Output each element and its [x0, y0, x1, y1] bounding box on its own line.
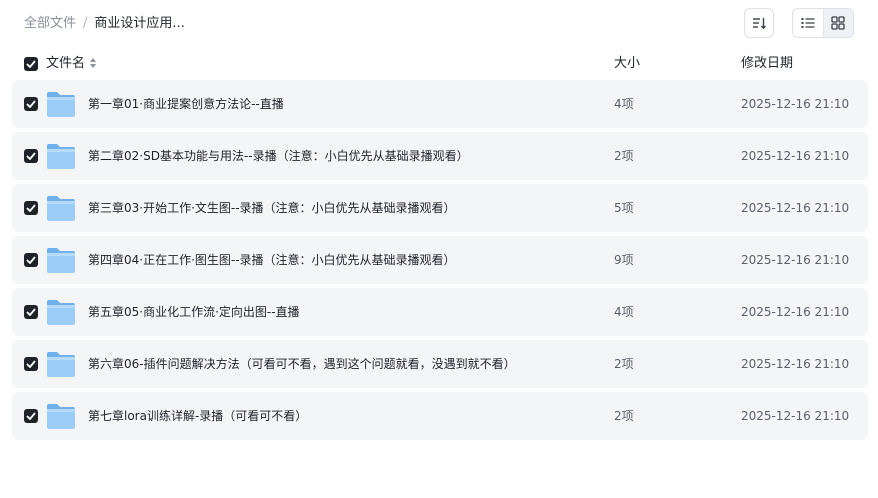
view-toggle	[792, 8, 854, 38]
file-row[interactable]: 第二章02·SD基本功能与用法--录播（注意：小白优先从基础录播观看） 2项 2…	[12, 132, 868, 180]
file-size: 9项	[614, 253, 634, 267]
file-date: 2025-12-16 21:10	[741, 97, 850, 111]
check-icon	[26, 100, 36, 108]
sort-button[interactable]	[744, 8, 774, 38]
check-icon	[26, 152, 36, 160]
row-checkbox[interactable]	[24, 149, 38, 163]
row-checkbox[interactable]	[24, 305, 38, 319]
file-date: 2025-12-16 21:10	[741, 305, 850, 319]
file-name[interactable]: 第一章01·商业提案创意方法论--直播	[88, 95, 284, 113]
file-row[interactable]: 第四章04·正在工作·图生图--录播（注意：小白优先从基础录播观看） 9项 20…	[12, 236, 868, 284]
file-list: 第一章01·商业提案创意方法论--直播 4项 2025-12-16 21:10 …	[12, 80, 868, 444]
folder-icon	[47, 248, 75, 273]
folder-icon	[47, 144, 75, 169]
file-date: 2025-12-16 21:10	[741, 357, 850, 371]
folder-icon	[47, 196, 75, 221]
list-view-button[interactable]	[793, 9, 823, 37]
folder-icon	[47, 92, 75, 117]
file-name[interactable]: 第四章04·正在工作·图生图--录播（注意：小白优先从基础录播观看）	[88, 251, 456, 269]
list-icon	[801, 18, 815, 28]
file-row[interactable]: 第六章06-插件问题解决方法（可看可不看，遇到这个问题就看，没遇到就不看） 2项…	[12, 340, 868, 388]
breadcrumb: 全部文件 / 商业设计应用...	[24, 15, 185, 33]
grid-icon	[831, 16, 845, 30]
folder-icon	[47, 300, 75, 325]
row-checkbox[interactable]	[24, 357, 38, 371]
folder-icon	[47, 404, 75, 429]
file-name[interactable]: 第六章06-插件问题解决方法（可看可不看，遇到这个问题就看，没遇到就不看）	[88, 355, 516, 373]
check-icon	[26, 256, 36, 264]
file-name[interactable]: 第三章03·开始工作·文生图--录播（注意：小白优先从基础录播观看）	[88, 199, 456, 217]
file-size: 2项	[614, 357, 634, 371]
column-header-date[interactable]: 修改日期	[741, 55, 793, 73]
file-row[interactable]: 第一章01·商业提案创意方法论--直播 4项 2025-12-16 21:10	[12, 80, 868, 128]
file-size: 2项	[614, 409, 634, 423]
grid-view-button[interactable]	[822, 9, 853, 37]
file-row[interactable]: 第三章03·开始工作·文生图--录播（注意：小白优先从基础录播观看） 5项 20…	[12, 184, 868, 232]
sort-icon	[753, 18, 767, 30]
file-name[interactable]: 第七章lora训练详解-录播（可看可不看）	[88, 407, 307, 425]
column-header-name[interactable]: 文件名	[46, 55, 85, 73]
row-checkbox[interactable]	[24, 201, 38, 215]
file-date: 2025-12-16 21:10	[741, 253, 850, 267]
file-size: 4项	[614, 305, 634, 319]
breadcrumb-root[interactable]: 全部文件	[24, 16, 76, 31]
breadcrumb-separator: /	[83, 16, 88, 31]
file-size: 4项	[614, 97, 634, 111]
check-icon	[26, 308, 36, 316]
row-checkbox[interactable]	[24, 97, 38, 111]
file-size: 5项	[614, 201, 634, 215]
check-icon	[26, 60, 36, 68]
file-name[interactable]: 第五章05·商业化工作流·定向出图--直播	[88, 303, 300, 321]
check-icon	[26, 204, 36, 212]
check-icon	[26, 412, 36, 420]
file-row[interactable]: 第七章lora训练详解-录播（可看可不看） 2项 2025-12-16 21:1…	[12, 392, 868, 440]
file-date: 2025-12-16 21:10	[741, 409, 850, 423]
file-name[interactable]: 第二章02·SD基本功能与用法--录播（注意：小白优先从基础录播观看）	[88, 147, 469, 165]
row-checkbox[interactable]	[24, 253, 38, 267]
folder-icon	[47, 352, 75, 377]
select-all-checkbox[interactable]	[24, 57, 38, 71]
file-date: 2025-12-16 21:10	[741, 149, 850, 163]
breadcrumb-current: 商业设计应用...	[94, 16, 185, 31]
column-header-size[interactable]: 大小	[614, 55, 640, 73]
file-date: 2025-12-16 21:10	[741, 201, 850, 215]
top-bar: 全部文件 / 商业设计应用...	[0, 0, 878, 48]
file-size: 2项	[614, 149, 634, 163]
table-header: 文件名 大小 修改日期	[12, 52, 868, 76]
row-checkbox[interactable]	[24, 409, 38, 423]
sort-arrows-icon[interactable]	[89, 57, 97, 69]
file-row[interactable]: 第五章05·商业化工作流·定向出图--直播 4项 2025-12-16 21:1…	[12, 288, 868, 336]
check-icon	[26, 360, 36, 368]
